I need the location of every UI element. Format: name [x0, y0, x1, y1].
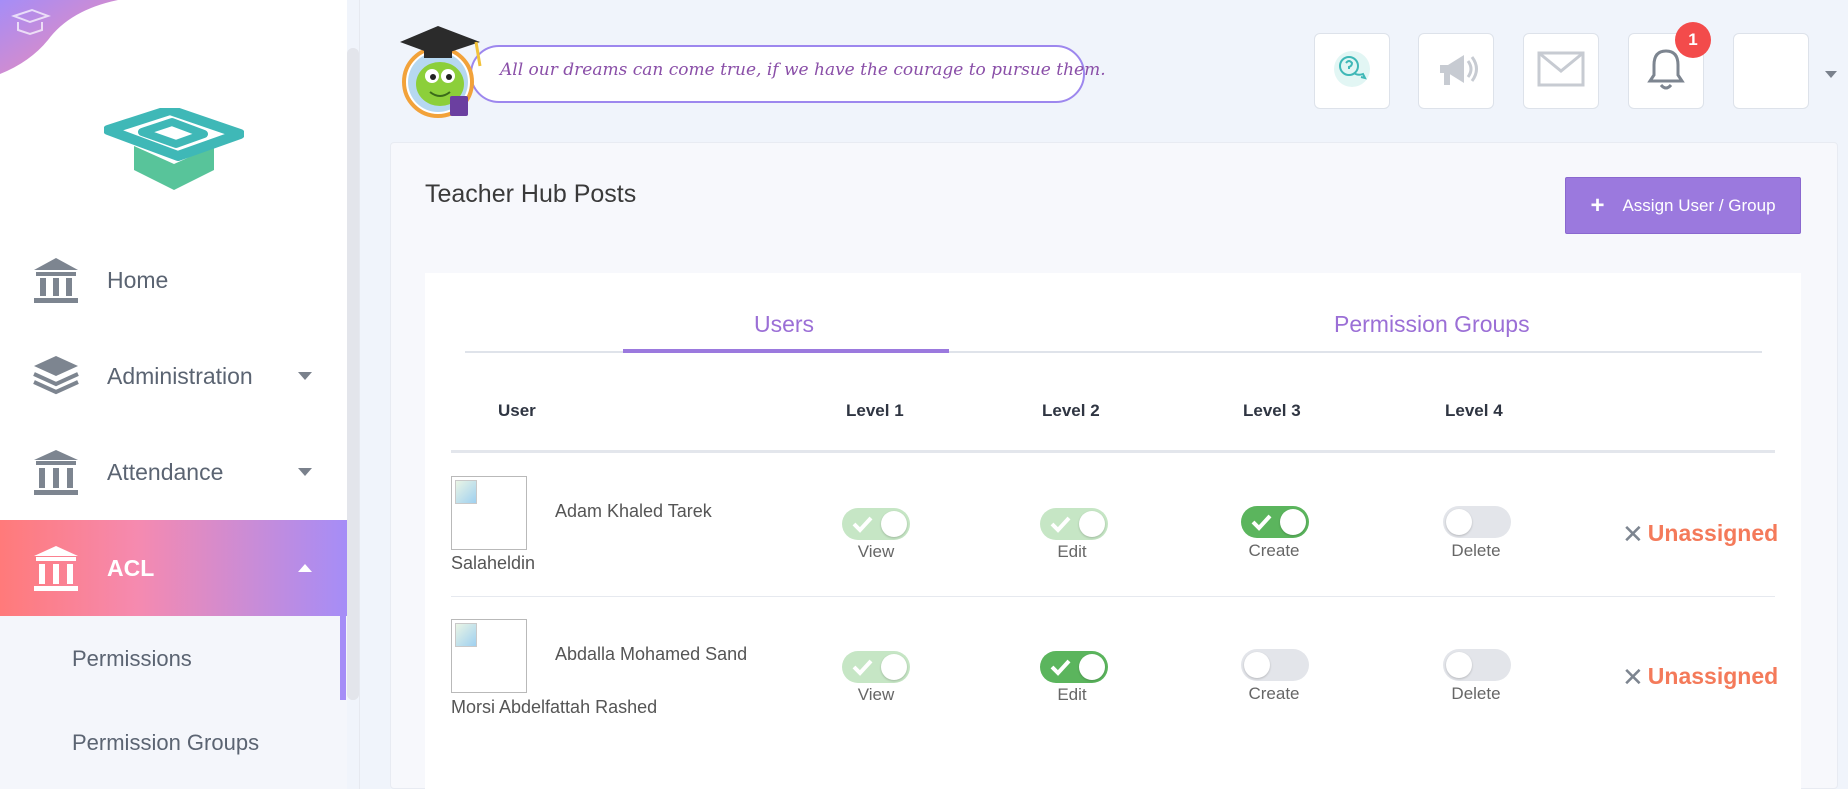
building-icon	[30, 254, 82, 306]
sidebar-item-home[interactable]: Home	[0, 232, 347, 328]
submenu-item-permission-groups[interactable]: Permission Groups	[72, 730, 259, 756]
column-header-level-4: Level 4	[1445, 401, 1503, 420]
unassign-label: Unassigned	[1647, 663, 1779, 689]
columns-icon	[30, 446, 82, 498]
toggle-label: Edit	[1057, 685, 1087, 704]
sidebar-item-label: ACL	[107, 554, 155, 581]
row-divider	[451, 596, 1775, 597]
toggle-create[interactable]	[1241, 649, 1309, 681]
megaphone-icon	[1432, 49, 1480, 94]
close-icon: ✕	[1622, 518, 1644, 549]
check-icon	[1251, 514, 1272, 531]
toggle-create[interactable]	[1241, 506, 1309, 538]
help-chat-button[interactable]	[1314, 33, 1390, 109]
chevron-down-icon[interactable]	[1825, 71, 1837, 78]
avatar	[451, 476, 527, 550]
close-icon: ✕	[1622, 661, 1644, 692]
tab-permission-groups[interactable]: Permission Groups	[1334, 311, 1530, 338]
chevron-down-icon	[298, 372, 312, 380]
user-name-line1: Adam Khaled Tarek	[555, 501, 712, 521]
announcements-button[interactable]	[1418, 33, 1494, 109]
sidebar-divider	[359, 0, 360, 789]
unassign-label: Unassigned	[1647, 520, 1779, 546]
column-header-level-3: Level 3	[1243, 401, 1301, 420]
sidebar-item-label: Home	[107, 266, 169, 293]
submenu-active-indicator	[340, 616, 346, 700]
sidebar-scrollbar[interactable]	[347, 48, 359, 700]
unassign-button[interactable]: ✕ Unassigned	[1622, 663, 1778, 690]
toggle-label: Delete	[1451, 684, 1501, 703]
sidebar: Home Administration Attendance ACL Permi…	[0, 0, 347, 789]
table-header-divider	[451, 450, 1775, 453]
tab-users[interactable]: Users	[754, 311, 814, 338]
toggle-label: View	[857, 685, 895, 704]
sidebar-item-attendance[interactable]: Attendance	[0, 424, 347, 520]
toggle-label: Edit	[1057, 542, 1087, 561]
check-icon	[1050, 516, 1071, 533]
toggle-view[interactable]	[842, 508, 910, 540]
unassign-button[interactable]: ✕ Unassigned	[1622, 520, 1778, 547]
school-logo-icon	[104, 108, 244, 190]
chevron-up-icon	[298, 564, 312, 572]
user-name-line2: Morsi Abdelfattah Rashed	[451, 697, 658, 717]
sidebar-item-label: Attendance	[107, 458, 224, 485]
check-icon	[852, 659, 873, 676]
notification-count-badge: 1	[1675, 22, 1711, 58]
page-title: Teacher Hub Posts	[425, 180, 637, 208]
column-header-level-2: Level 2	[1042, 401, 1100, 420]
avatar	[451, 619, 527, 693]
user-name-line2: Salaheldin	[451, 553, 536, 573]
envelope-icon	[1537, 51, 1585, 92]
sidebar-item-administration[interactable]: Administration	[0, 328, 347, 424]
toggle-label: Create	[1248, 684, 1300, 703]
corner-ribbon-icon	[0, 0, 118, 74]
column-header-level-1: Level 1	[846, 401, 904, 420]
toggle-delete[interactable]	[1443, 506, 1511, 538]
help-chat-icon	[1332, 49, 1372, 94]
mascot-icon	[400, 26, 482, 118]
toggle-delete[interactable]	[1443, 649, 1511, 681]
active-tab-indicator	[623, 349, 949, 353]
check-icon	[852, 516, 873, 533]
columns-icon	[30, 542, 82, 594]
messages-button[interactable]	[1523, 33, 1599, 109]
acl-submenu: Permissions Permission Groups	[0, 616, 347, 789]
submenu-item-permissions[interactable]: Permissions	[72, 646, 192, 672]
plus-icon: +	[1590, 191, 1605, 219]
user-name-line1: Abdalla Mohamed Sand	[555, 644, 748, 664]
check-icon	[1050, 659, 1071, 676]
motto-text: All our dreams can come true, if we have…	[500, 60, 1106, 80]
toggle-label: Create	[1248, 541, 1300, 560]
user-avatar-button[interactable]	[1733, 33, 1809, 109]
assign-button-label: Assign User / Group	[1622, 195, 1776, 215]
toggle-view[interactable]	[842, 651, 910, 683]
toggle-label: View	[857, 542, 895, 561]
assign-user-group-button[interactable]: + Assign User / Group	[1565, 177, 1801, 234]
toggle-edit[interactable]	[1040, 508, 1108, 540]
layers-icon	[30, 350, 82, 402]
toggle-edit[interactable]	[1040, 651, 1108, 683]
column-header-user: User	[498, 401, 536, 420]
sidebar-item-label: Administration	[107, 362, 253, 389]
scrollbar-thumb[interactable]	[347, 48, 359, 700]
bell-icon	[1646, 47, 1686, 96]
chevron-down-icon	[298, 468, 312, 476]
toggle-label: Delete	[1451, 541, 1501, 560]
sidebar-item-acl[interactable]: ACL	[0, 520, 347, 616]
